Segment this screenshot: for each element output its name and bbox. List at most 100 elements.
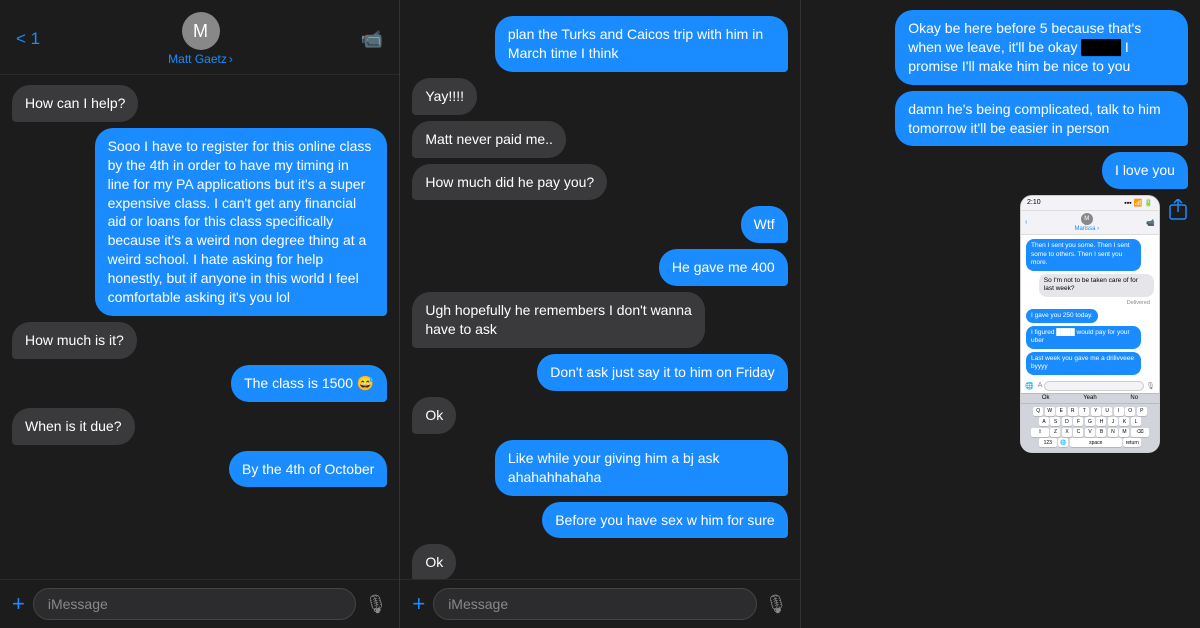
delivered-label: Delivered bbox=[1026, 300, 1154, 306]
panel1-header: < 1 M Matt Gaetz › 📹 bbox=[0, 0, 399, 75]
key-j: J bbox=[1108, 417, 1118, 426]
key-shift: ⇧ bbox=[1031, 428, 1049, 437]
message-bubble: When is it due? bbox=[12, 408, 135, 445]
key-a: A bbox=[1039, 417, 1049, 426]
key-u: U bbox=[1102, 407, 1112, 416]
message-bubble: By the 4th of October bbox=[229, 451, 387, 488]
nested-screenshot-row: 2:10 ▪▪▪ 📶 🔋 ‹ M Marissa › 📹 Then I sent… bbox=[1020, 195, 1188, 452]
nested-message: Last week you gave me a drilivveee byyyy bbox=[1026, 352, 1141, 375]
key-m: M bbox=[1119, 428, 1129, 437]
message-bubble: Before you have sex w him for sure bbox=[542, 502, 787, 539]
key-r: R bbox=[1068, 407, 1078, 416]
nested-emoji-icon: 🌐 bbox=[1025, 382, 1034, 390]
contact-info: M Matt Gaetz › bbox=[168, 12, 233, 66]
message-input[interactable]: iMessage bbox=[33, 588, 357, 620]
message-bubble: Ok bbox=[412, 397, 456, 434]
key-p: P bbox=[1137, 407, 1147, 416]
panel2-input-bar: + iMessage 🎙 bbox=[400, 579, 799, 628]
key-f: F bbox=[1073, 417, 1083, 426]
key-c: C bbox=[1073, 428, 1083, 437]
suggestion-no: No bbox=[1130, 395, 1138, 401]
key-k: K bbox=[1119, 417, 1129, 426]
nested-iphone-screenshot: 2:10 ▪▪▪ 📶 🔋 ‹ M Marissa › 📹 Then I sent… bbox=[1020, 195, 1160, 452]
message-bubble: damn he's being complicated, talk to him… bbox=[895, 91, 1188, 147]
key-h: H bbox=[1096, 417, 1106, 426]
message-bubble: The class is 1500 😅 bbox=[231, 365, 387, 402]
key-globe: 🌐 bbox=[1058, 438, 1068, 447]
attach-button[interactable]: + bbox=[12, 591, 25, 617]
nested-back-arrow: ‹ bbox=[1025, 219, 1027, 226]
nested-message: I figured ████ would pay for your uber bbox=[1026, 326, 1141, 349]
nested-status-bar: 2:10 ▪▪▪ 📶 🔋 bbox=[1021, 196, 1159, 211]
key-x: X bbox=[1062, 428, 1072, 437]
panel-1: < 1 M Matt Gaetz › 📹 How can I help? Soo… bbox=[0, 0, 400, 628]
key-o: O bbox=[1125, 407, 1135, 416]
message-bubble: He gave me 400 bbox=[659, 249, 788, 286]
contact-name[interactable]: Matt Gaetz › bbox=[168, 52, 233, 66]
panel1-messages: How can I help? Sooo I have to register … bbox=[0, 75, 399, 579]
message-bubble: How much is it? bbox=[12, 322, 137, 359]
mic-icon[interactable]: 🎙 bbox=[364, 594, 387, 615]
message-bubble: Like while your giving him a bj ask ahah… bbox=[495, 440, 788, 496]
nested-cam-icon: A bbox=[1038, 382, 1043, 389]
keyboard-row-4: 123 🌐 space return bbox=[1023, 438, 1157, 447]
key-v: V bbox=[1085, 428, 1095, 437]
keyboard-row-2: A S D F G H J K L bbox=[1023, 417, 1157, 426]
key-return: return bbox=[1123, 438, 1141, 447]
keyboard-row-3: ⇧ Z X C V B N M ⌫ bbox=[1023, 428, 1157, 437]
suggestion-yeah: Yeah bbox=[1083, 395, 1096, 401]
key-w: W bbox=[1045, 407, 1055, 416]
message-bubble: How can I help? bbox=[12, 85, 138, 122]
panel-3: Okay be here before 5 because that's whe… bbox=[801, 0, 1200, 628]
message-bubble: I love you bbox=[1102, 152, 1188, 189]
message-input[interactable]: iMessage bbox=[433, 588, 757, 620]
mic-icon[interactable]: 🎙 bbox=[765, 594, 788, 615]
nested-message: I gave you 250 today. bbox=[1026, 309, 1098, 323]
message-bubble: How much did he pay you? bbox=[412, 164, 607, 201]
key-y: Y bbox=[1091, 407, 1101, 416]
key-e: E bbox=[1056, 407, 1066, 416]
input-bar: + iMessage 🎙 bbox=[0, 579, 399, 628]
panel3-messages: Okay be here before 5 because that's whe… bbox=[801, 0, 1200, 628]
key-l: L bbox=[1131, 417, 1141, 426]
key-q: Q bbox=[1033, 407, 1043, 416]
key-123: 123 bbox=[1039, 438, 1057, 447]
keyboard-row-1: Q W E R T Y U I O P bbox=[1023, 407, 1157, 416]
avatar: M bbox=[182, 12, 220, 50]
nested-input-field bbox=[1044, 381, 1144, 391]
message-bubble: Ugh hopefully he remembers I don't wanna… bbox=[412, 292, 705, 348]
message-bubble: Sooo I have to register for this online … bbox=[95, 128, 388, 316]
message-bubble: Okay be here before 5 because that's whe… bbox=[895, 10, 1188, 85]
panel-2: plan the Turks and Caicos trip with him … bbox=[400, 0, 800, 628]
panel2-messages: plan the Turks and Caicos trip with him … bbox=[400, 0, 799, 579]
nested-contact-name: Marissa › bbox=[1074, 226, 1099, 232]
nested-keyboard: Q W E R T Y U I O P A S D bbox=[1021, 404, 1159, 452]
key-i: I bbox=[1114, 407, 1124, 416]
nested-input-row: 🌐 A 🎙 bbox=[1021, 379, 1159, 393]
nested-time: 2:10 bbox=[1027, 199, 1041, 207]
nested-message: Then I sent you some. Then I sent some t… bbox=[1026, 239, 1141, 270]
attach-button[interactable]: + bbox=[412, 591, 425, 617]
message-bubble: plan the Turks and Caicos trip with him … bbox=[495, 16, 788, 72]
nested-avatar: M bbox=[1081, 213, 1093, 225]
key-n: N bbox=[1108, 428, 1118, 437]
back-button[interactable]: < 1 bbox=[16, 29, 40, 49]
message-bubble: Ok bbox=[412, 544, 456, 579]
key-space: space bbox=[1070, 438, 1122, 447]
nested-messages-area: Then I sent you some. Then I sent some t… bbox=[1021, 235, 1159, 378]
nested-video-icon: 📹 bbox=[1146, 219, 1155, 227]
nested-contact-info: M Marissa › bbox=[1074, 213, 1099, 232]
share-icon[interactable] bbox=[1168, 199, 1188, 227]
message-bubble: Matt never paid me.. bbox=[412, 121, 566, 158]
nested-suggestions-bar: Ok Yeah No bbox=[1021, 393, 1159, 404]
key-g: G bbox=[1085, 417, 1095, 426]
key-delete: ⌫ bbox=[1131, 428, 1149, 437]
key-d: D bbox=[1062, 417, 1072, 426]
key-s: S bbox=[1050, 417, 1060, 426]
key-z: Z bbox=[1050, 428, 1060, 437]
video-call-icon[interactable]: 📹 bbox=[361, 29, 383, 50]
key-b: B bbox=[1096, 428, 1106, 437]
key-t: T bbox=[1079, 407, 1089, 416]
nested-message: So I'm not to be taken care of for last … bbox=[1039, 274, 1154, 297]
nested-signal-icons: ▪▪▪ 📶 🔋 bbox=[1124, 199, 1153, 207]
